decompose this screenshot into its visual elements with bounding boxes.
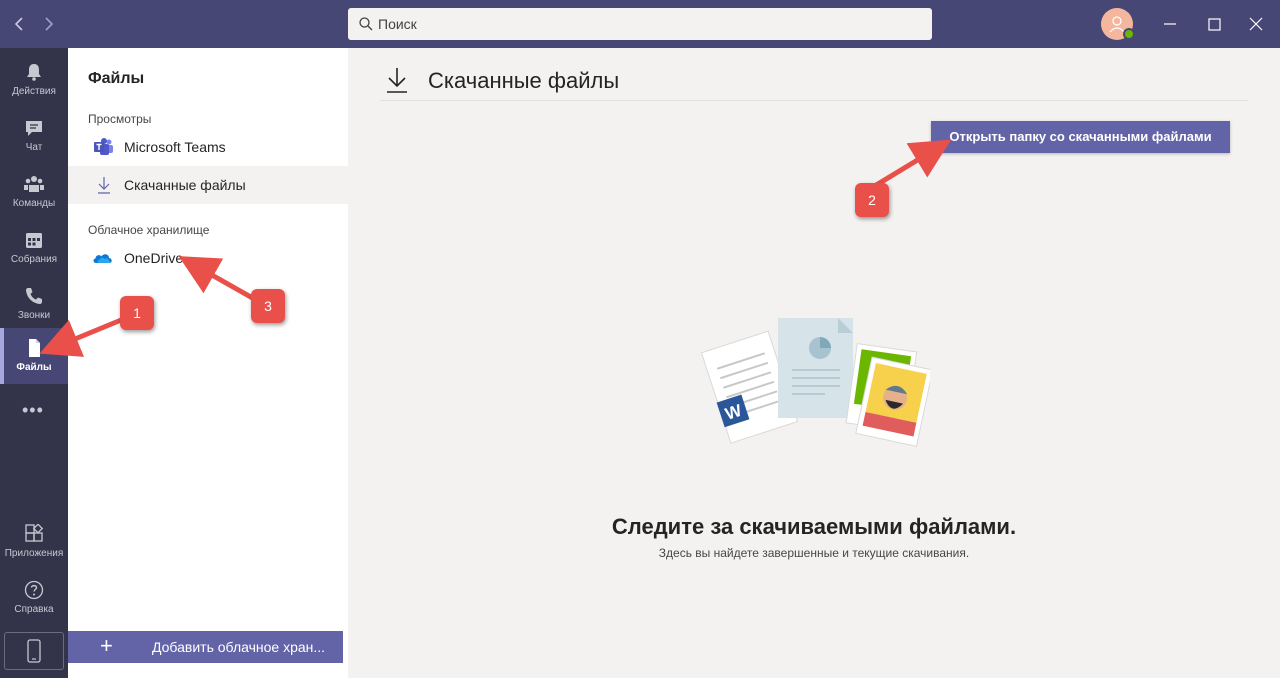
rail-item-teams[interactable]: Команды <box>0 164 68 220</box>
rail-item-label: Справка <box>14 604 54 615</box>
add-cloud-storage-label: Добавить облачное хран... <box>152 639 326 655</box>
rail-item-calls[interactable]: Звонки <box>0 276 68 332</box>
download-icon <box>94 176 114 194</box>
plus-icon: + <box>100 633 113 658</box>
rail-item-chat[interactable]: Чат <box>0 108 68 164</box>
cloud-section-label: Облачное хранилище <box>88 223 210 237</box>
panel-item-label: OneDrive <box>124 250 184 266</box>
bell-icon <box>24 62 44 82</box>
download-icon <box>386 66 408 94</box>
rail-item-label: Приложения <box>4 548 64 559</box>
panel-item-label: Microsoft Teams <box>124 139 226 155</box>
open-downloads-folder-button[interactable]: Открыть папку со скачанными файлами <box>931 121 1230 153</box>
back-arrow-icon[interactable] <box>8 12 32 36</box>
panel-item-downloads[interactable]: Скачанные файлы <box>68 166 348 204</box>
mobile-phone-icon <box>27 639 41 663</box>
teams-icon <box>24 174 44 194</box>
annotation-badge-2: 2 <box>855 183 889 217</box>
rail-item-activity[interactable]: Действия <box>0 52 68 108</box>
file-icon <box>24 338 44 358</box>
panel-item-label: Скачанные файлы <box>124 177 246 193</box>
annotation-badge-1: 1 <box>120 296 154 330</box>
rail-item-apps[interactable]: Приложения <box>0 514 68 570</box>
rail-item-label: Команды <box>12 198 56 209</box>
search-input[interactable]: Поиск <box>348 8 932 40</box>
status-badge <box>1123 28 1135 40</box>
main-content: Скачанные файлы Открыть папку со скачанн… <box>348 48 1280 678</box>
rail-item-label: Чат <box>25 142 43 153</box>
apps-icon <box>24 523 44 544</box>
rail-item-label: Собрания <box>10 254 58 265</box>
maximize-icon[interactable] <box>1202 12 1226 36</box>
page-title: Скачанные файлы <box>428 68 620 93</box>
divider <box>380 100 1248 101</box>
phone-icon <box>24 286 44 306</box>
close-icon[interactable] <box>1244 12 1268 36</box>
panel-item-microsoft-teams[interactable]: Microsoft Teams <box>68 128 348 166</box>
panel-title: Файлы <box>88 70 145 87</box>
calendar-icon <box>24 230 44 250</box>
onedrive-icon <box>92 249 112 267</box>
files-panel: Файлы Просмотры Microsoft Teams Скачанны… <box>68 48 348 678</box>
rail-item-label: Файлы <box>16 362 52 373</box>
microsoft-teams-icon <box>94 138 114 156</box>
rail-item-meetings[interactable]: Собрания <box>0 220 68 276</box>
mobile-device-button[interactable] <box>4 632 64 670</box>
downloads-illustration: W <box>700 308 934 453</box>
add-cloud-storage-button[interactable]: + Добавить облачное хран... <box>68 631 343 663</box>
rail-item-help[interactable]: Справка <box>0 570 68 626</box>
annotation-badge-3: 3 <box>251 289 285 323</box>
app-rail: Действия Чат Команды Собрания Звонки Фай… <box>0 48 68 678</box>
rail-item-label: Звонки <box>17 310 51 321</box>
views-section-label: Просмотры <box>88 112 152 126</box>
title-bar: Поиск <box>0 0 1280 48</box>
empty-state-title: Следите за скачиваемыми файлами. <box>611 514 1017 539</box>
empty-state-subtitle: Здесь вы найдете завершенные и текущие с… <box>658 546 970 560</box>
help-icon <box>24 580 44 600</box>
search-placeholder: Поиск <box>378 16 417 32</box>
search-icon <box>358 16 374 32</box>
forward-arrow-icon[interactable] <box>36 12 60 36</box>
panel-item-onedrive[interactable]: OneDrive <box>68 239 348 277</box>
minimize-icon[interactable] <box>1158 12 1182 36</box>
rail-item-files[interactable]: Файлы <box>0 328 68 384</box>
rail-item-label: Действия <box>12 86 56 97</box>
chat-icon <box>24 118 44 138</box>
more-apps-icon[interactable]: ••• <box>22 400 44 421</box>
